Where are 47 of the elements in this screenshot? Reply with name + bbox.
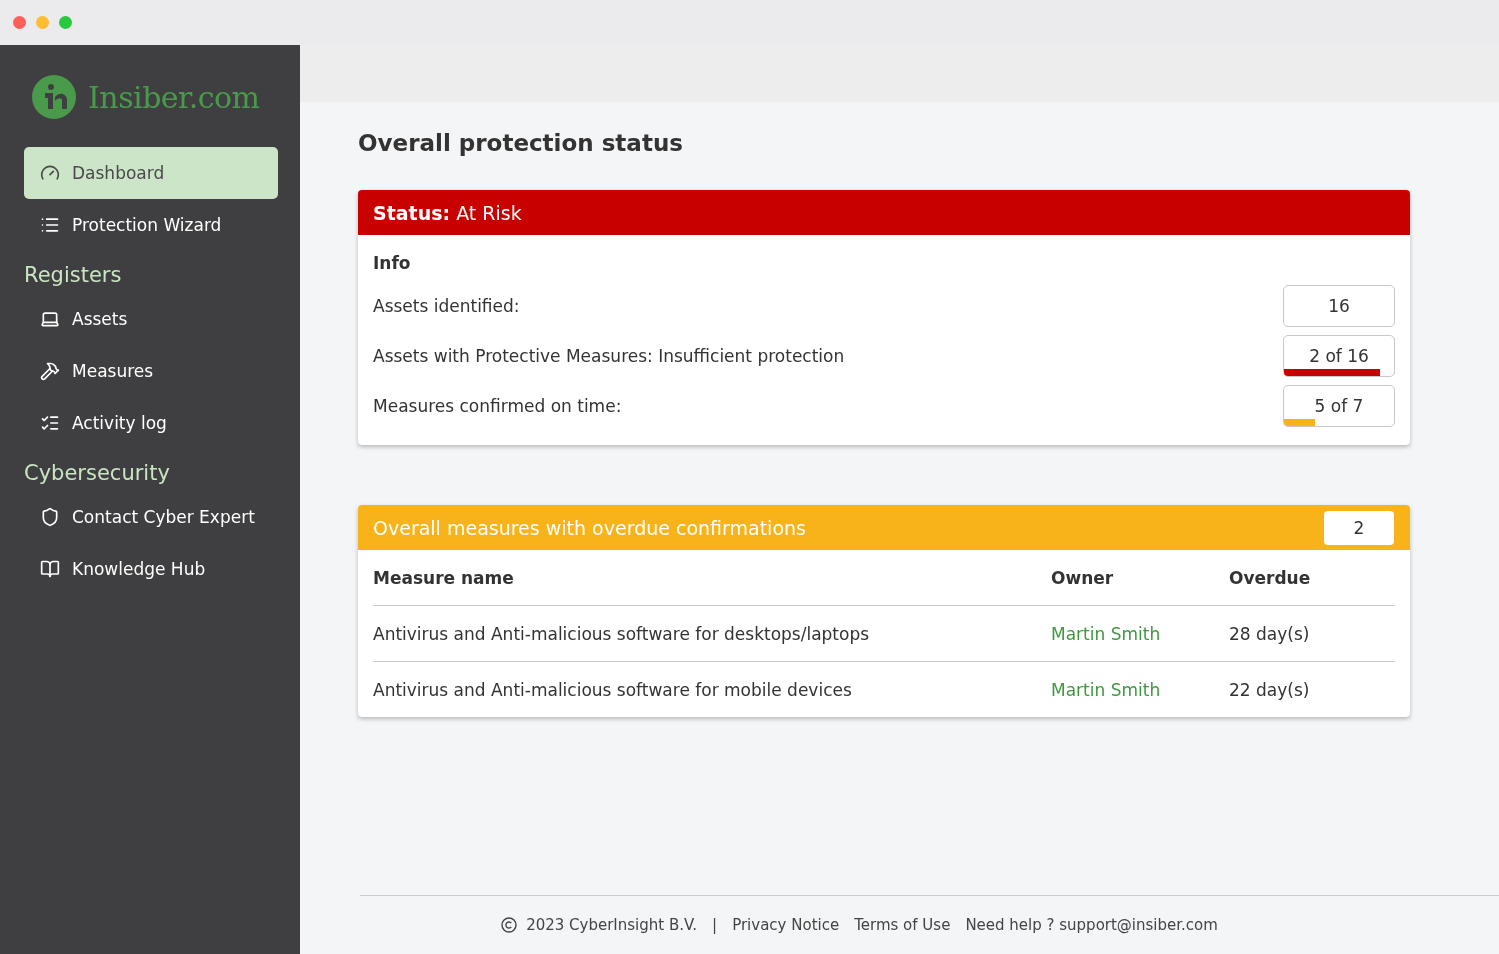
minimize-window-button[interactable] — [36, 16, 49, 29]
section-heading: Info — [373, 253, 412, 273]
copyright-icon — [501, 917, 518, 933]
footer-link[interactable]: Terms of Use — [854, 916, 951, 934]
logo-icon — [32, 75, 76, 119]
count-badge: 2 — [1324, 510, 1394, 545]
list-icon — [40, 215, 60, 235]
value-box: 2 of 16 — [1283, 335, 1395, 377]
nav-item[interactable]: Knowledge Hub — [24, 543, 278, 595]
help-text: Need help ? support@insiber.com — [965, 916, 1218, 934]
info-label: Assets with Protective Measures: Insufficient protection — [373, 346, 845, 366]
value-box: 5 of 7 — [1283, 385, 1395, 427]
close-window-button[interactable] — [13, 16, 26, 29]
info-label: Assets identified: — [373, 296, 520, 316]
column-header: Measure name — [373, 567, 515, 588]
book-icon — [40, 559, 60, 579]
laptop-icon — [40, 309, 60, 329]
status-text: Status: At Risk — [373, 201, 522, 224]
info-label: Measures confirmed on time: — [373, 396, 622, 416]
nav-item[interactable]: Dashboard — [24, 147, 278, 199]
nav-section-heading: Registers — [24, 263, 123, 287]
table-cell-text: Antivirus and Anti-malicious software for desktops/laptops — [373, 623, 871, 644]
column-header: Overdue — [1229, 567, 1312, 588]
page-title: Overall protection status — [358, 130, 684, 156]
nav-section-heading: Cybersecurity — [24, 461, 171, 485]
table-cell-text: 28 day(s) — [1229, 623, 1311, 644]
nav-item[interactable]: Protection Wizard — [24, 199, 278, 251]
hammer-icon — [40, 361, 60, 381]
value-box: 16 — [1283, 285, 1395, 327]
owner-link[interactable]: Martin Smith — [1051, 623, 1229, 644]
nav-item[interactable]: Activity log — [24, 397, 278, 449]
footer-separator: | — [712, 916, 718, 934]
gauge-icon — [40, 163, 60, 183]
table-cell-text: Antivirus and Anti-malicious software for mobile devices — [373, 679, 853, 700]
maximize-window-button[interactable] — [59, 16, 72, 29]
nav-item[interactable]: Measures — [24, 345, 278, 397]
footer-link[interactable]: Privacy Notice — [732, 916, 840, 934]
checklist-icon — [40, 413, 60, 433]
overdue-title: Overall measures with overdue confirmations — [373, 516, 806, 539]
table-cell-text: 22 day(s) — [1229, 679, 1311, 700]
logo-text: Insiber.com — [88, 79, 260, 115]
column-header: Owner — [1051, 567, 1115, 588]
owner-link[interactable]: Martin Smith — [1051, 679, 1229, 700]
copyright-text: 2023 CyberInsight B.V. — [526, 916, 698, 934]
nav-item[interactable]: Contact Cyber Expert — [24, 491, 278, 543]
nav-item[interactable]: Assets — [24, 293, 278, 345]
shield-icon — [40, 507, 60, 527]
